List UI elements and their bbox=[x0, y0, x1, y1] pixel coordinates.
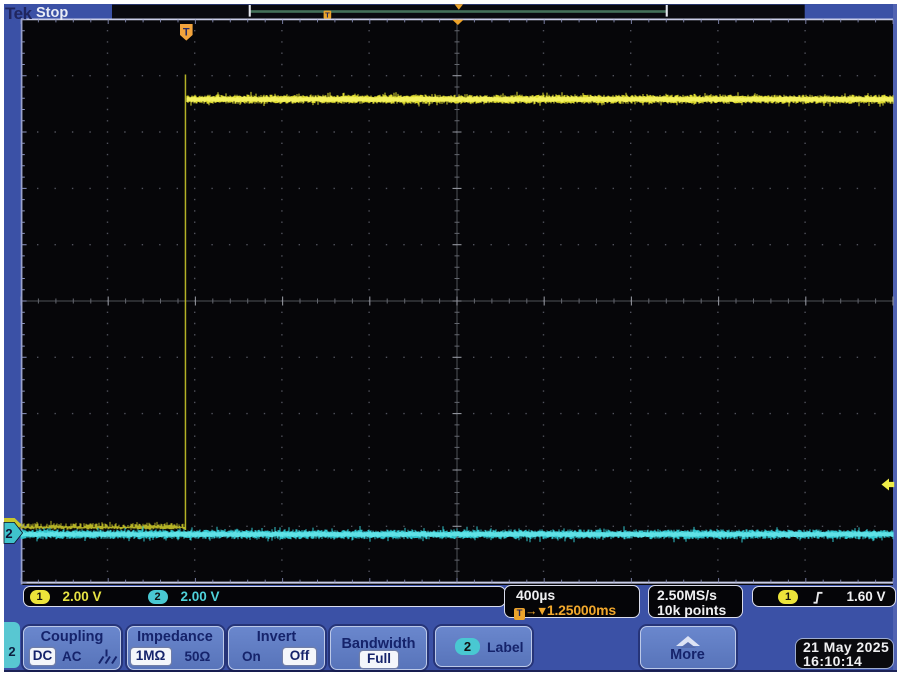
svg-text:2: 2 bbox=[5, 526, 12, 541]
svg-text:T: T bbox=[325, 10, 330, 19]
svg-text:T: T bbox=[183, 27, 190, 39]
